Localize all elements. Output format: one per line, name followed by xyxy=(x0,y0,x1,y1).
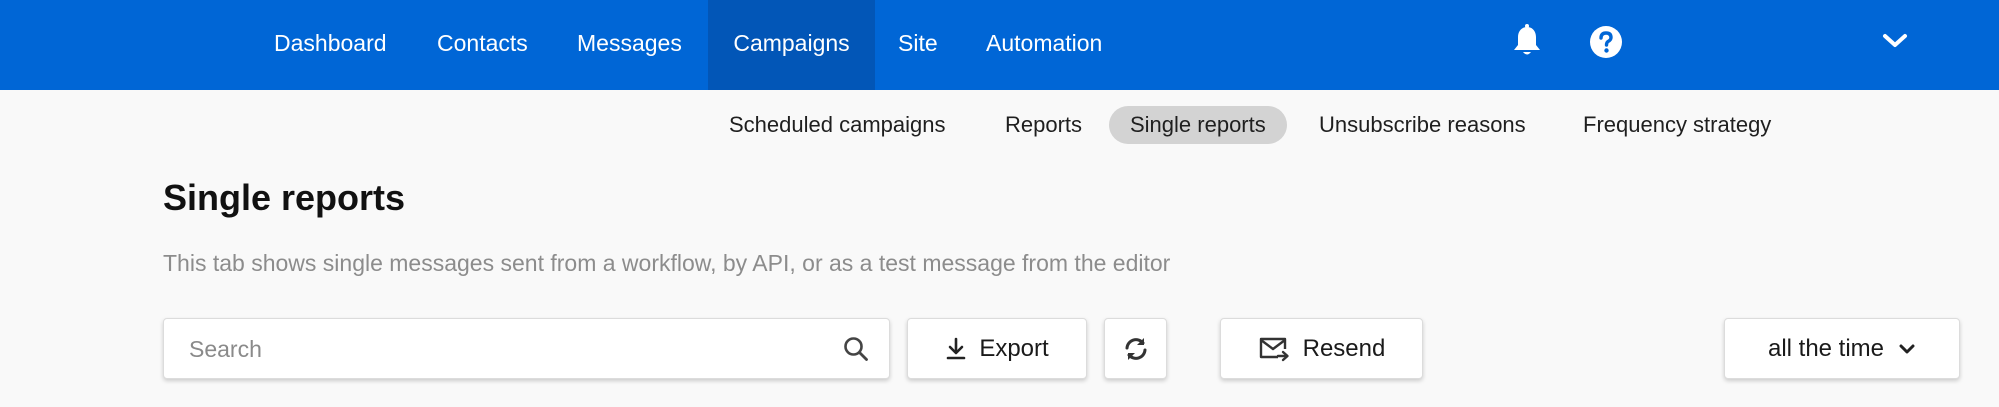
top-navigation-bar: Dashboard Contacts Messages Campaigns Si… xyxy=(0,0,1999,90)
nav-item-messages[interactable]: Messages xyxy=(577,0,682,90)
chevron-down-icon[interactable] xyxy=(1882,31,1908,51)
refresh-icon xyxy=(1123,336,1149,362)
export-button[interactable]: Export xyxy=(907,318,1087,379)
search-box xyxy=(163,318,890,380)
subnav-scheduled-campaigns[interactable]: Scheduled campaigns xyxy=(708,106,966,144)
help-icon[interactable] xyxy=(1589,25,1623,59)
subnav-frequency-strategy[interactable]: Frequency strategy xyxy=(1562,106,1792,144)
subnav-reports[interactable]: Reports xyxy=(984,106,1103,144)
resend-button[interactable]: Resend xyxy=(1220,318,1423,379)
nav-item-contacts[interactable]: Contacts xyxy=(437,0,528,90)
chevron-down-icon xyxy=(1898,342,1916,356)
download-icon xyxy=(945,337,967,361)
resend-mail-icon xyxy=(1258,336,1290,362)
subnav-single-reports[interactable]: Single reports xyxy=(1109,106,1287,144)
refresh-button[interactable] xyxy=(1104,318,1167,379)
bell-icon[interactable] xyxy=(1510,24,1544,60)
page-title: Single reports xyxy=(163,177,406,218)
search-input[interactable] xyxy=(187,319,791,380)
export-button-label: Export xyxy=(979,334,1049,362)
nav-item-automation[interactable]: Automation xyxy=(986,0,1102,90)
time-range-dropdown[interactable]: all the time xyxy=(1724,318,1960,379)
subnav-unsubscribe-reasons[interactable]: Unsubscribe reasons xyxy=(1298,106,1547,144)
nav-item-dashboard[interactable]: Dashboard xyxy=(274,0,387,90)
page-description: This tab shows single messages sent from… xyxy=(163,250,1171,276)
search-icon[interactable] xyxy=(843,336,869,362)
time-range-label: all the time xyxy=(1767,334,1885,362)
nav-item-site[interactable]: Site xyxy=(898,0,938,90)
resend-button-label: Resend xyxy=(1302,334,1386,362)
nav-item-campaigns[interactable]: Campaigns xyxy=(708,0,875,90)
